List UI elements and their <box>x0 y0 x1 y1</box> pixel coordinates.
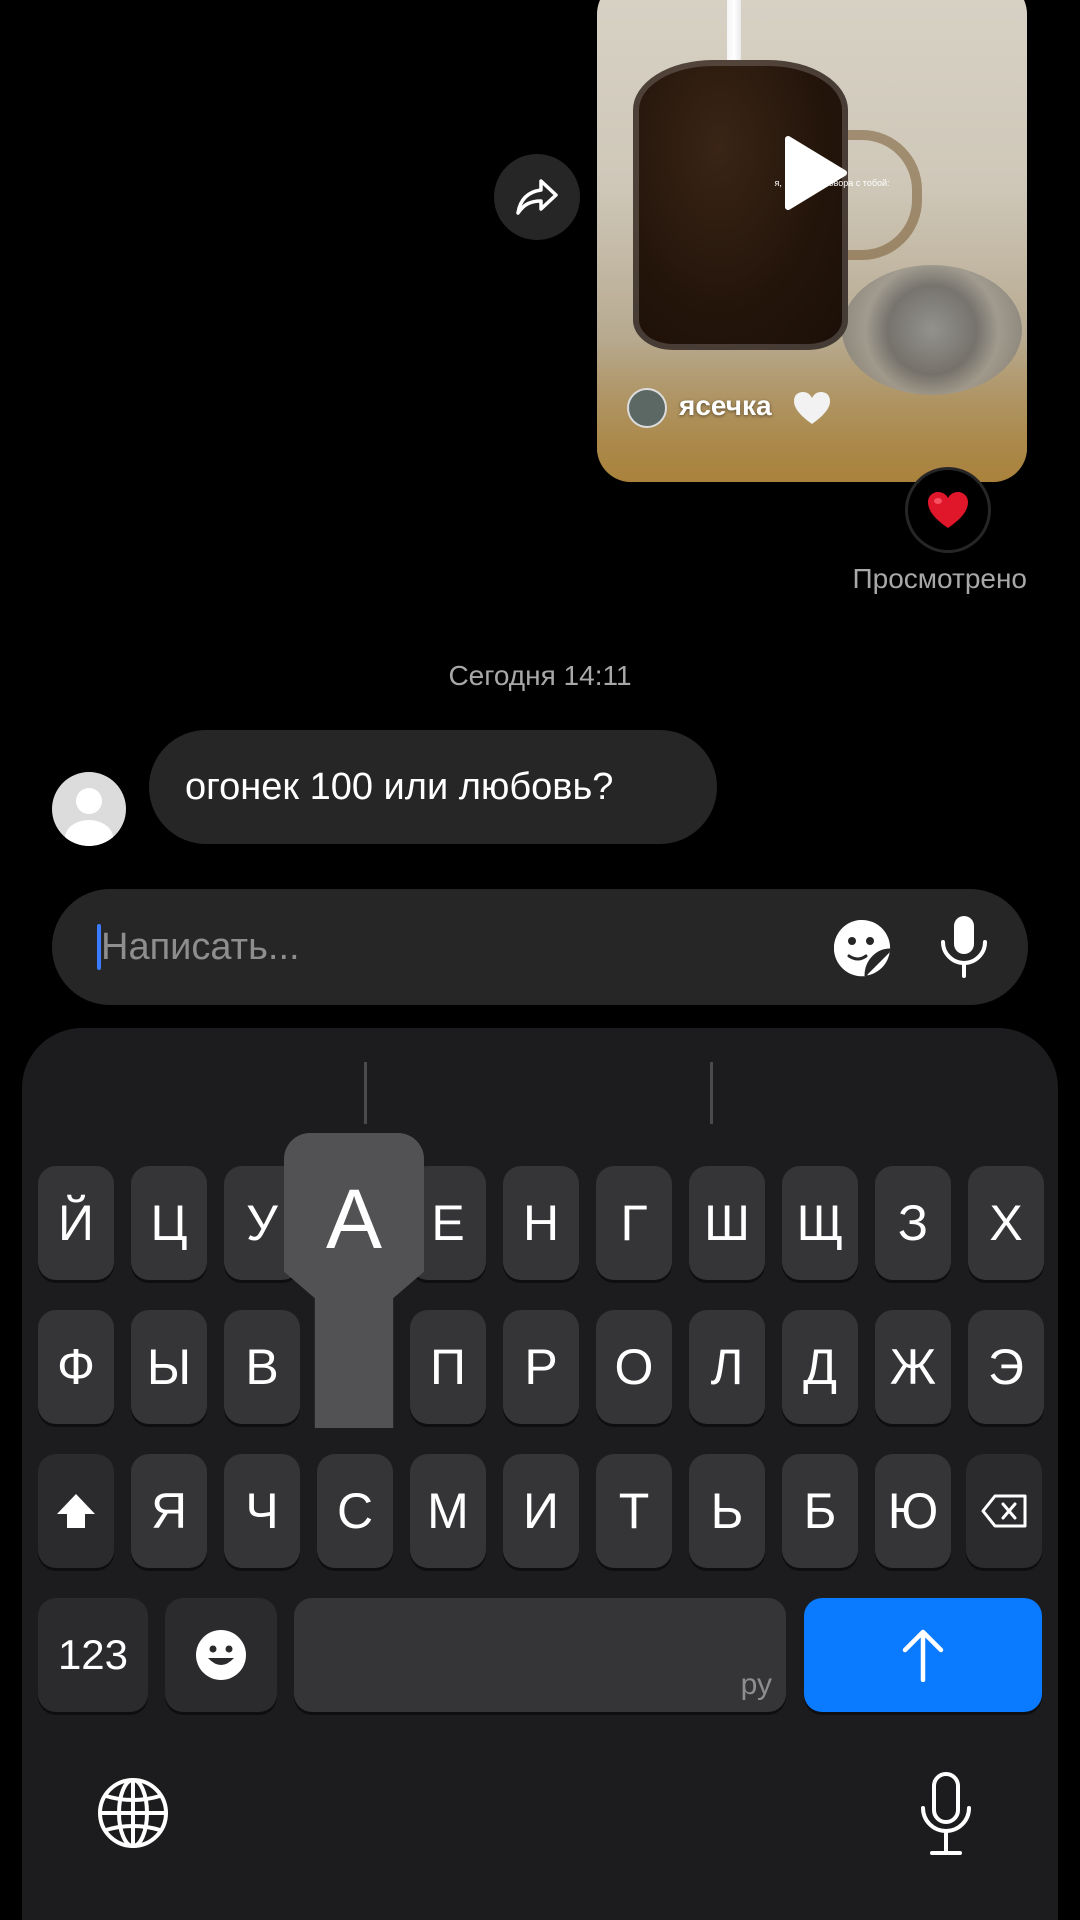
emoji-key[interactable] <box>165 1598 277 1712</box>
microphone-icon[interactable] <box>935 914 993 980</box>
text-cursor <box>97 924 101 970</box>
key-row1-5[interactable]: Н <box>503 1166 579 1280</box>
key-row1-0[interactable]: Й <box>38 1166 114 1280</box>
key-label: Ы <box>146 1339 192 1395</box>
message-reaction[interactable] <box>905 467 991 553</box>
key-row3-4[interactable]: И <box>503 1454 579 1568</box>
key-label: У <box>246 1195 278 1251</box>
key-row2-6[interactable]: О <box>596 1310 672 1424</box>
key-row3-0[interactable]: Я <box>131 1454 207 1568</box>
video-thumbnail-sink <box>842 265 1022 395</box>
backspace-key[interactable] <box>966 1454 1042 1568</box>
video-author-avatar[interactable] <box>627 388 667 428</box>
key-label: Ь <box>710 1483 744 1539</box>
key-row2-5[interactable]: Р <box>503 1310 579 1424</box>
sticker-icon[interactable] <box>832 918 892 978</box>
key-row3-8[interactable]: Ю <box>875 1454 951 1568</box>
key-label: Щ <box>796 1195 844 1251</box>
key-label: Ж <box>889 1339 937 1395</box>
send-arrow-icon <box>902 1629 944 1682</box>
key-row2-0[interactable]: Ф <box>38 1310 114 1424</box>
suggestion-divider <box>710 1062 713 1124</box>
key-row2-4[interactable]: П <box>410 1310 486 1424</box>
key-row2-2[interactable]: В <box>224 1310 300 1424</box>
key-row1-10[interactable]: Х <box>968 1166 1044 1280</box>
space-key[interactable]: ру <box>294 1598 786 1712</box>
emoji-icon <box>196 1630 246 1680</box>
key-label: Н <box>522 1195 560 1251</box>
shift-icon <box>57 1494 95 1528</box>
share-button[interactable] <box>494 154 580 240</box>
seen-status: Просмотрено <box>852 563 1027 594</box>
red-heart-icon <box>928 492 968 528</box>
key-row3-1[interactable]: Ч <box>224 1454 300 1568</box>
key-label: Ю <box>887 1483 939 1539</box>
key-label: Я <box>150 1483 188 1539</box>
key-label: О <box>614 1339 654 1395</box>
key-label: Т <box>618 1483 650 1539</box>
key-label: С <box>336 1483 374 1539</box>
key-row2-10[interactable]: Э <box>968 1310 1044 1424</box>
key-label: Ф <box>56 1339 95 1395</box>
key-row3-2[interactable]: С <box>317 1454 393 1568</box>
key-label: Ш <box>704 1195 750 1251</box>
numbers-key[interactable]: 123 <box>38 1598 148 1712</box>
key-row2-7[interactable]: Л <box>689 1310 765 1424</box>
key-label: Е <box>431 1195 465 1251</box>
key-row3-7[interactable]: Б <box>782 1454 858 1568</box>
dictation-mic-icon[interactable] <box>918 1772 974 1856</box>
sender-avatar[interactable] <box>52 772 126 846</box>
play-icon[interactable] <box>780 135 848 211</box>
key-row2-1[interactable]: Ы <box>131 1310 207 1424</box>
key-label: М <box>427 1483 469 1539</box>
key-row3-6[interactable]: Ь <box>689 1454 765 1568</box>
key-row2-8[interactable]: Д <box>782 1310 858 1424</box>
suggestion-divider <box>364 1062 367 1124</box>
video-author-name[interactable]: ясечка <box>679 390 772 422</box>
space-language-label: ру <box>740 1668 772 1701</box>
key-label: Ц <box>150 1195 188 1251</box>
chat-timestamp: Сегодня 14:11 <box>448 660 632 691</box>
key-label: Л <box>710 1339 744 1395</box>
globe-icon[interactable] <box>96 1776 170 1850</box>
white-heart-icon <box>794 392 830 424</box>
key-row3-3[interactable]: М <box>410 1454 486 1568</box>
key-label: Й <box>58 1195 94 1251</box>
key-label: Х <box>989 1195 1023 1251</box>
numbers-key-label: 123 <box>57 1631 129 1678</box>
message-text: огонек 100 или любовь? <box>185 765 614 808</box>
key-row3-5[interactable]: Т <box>596 1454 672 1568</box>
share-arrow-icon <box>516 179 558 215</box>
backspace-icon <box>981 1494 1027 1528</box>
key-row1-6[interactable]: Г <box>596 1166 672 1280</box>
shift-key[interactable] <box>38 1454 114 1568</box>
message-input[interactable] <box>101 912 801 982</box>
key-label: Г <box>620 1195 648 1251</box>
key-preview-letter: А <box>325 1172 383 1266</box>
key-row2-9[interactable]: Ж <box>875 1310 951 1424</box>
key-row1-9[interactable]: З <box>875 1166 951 1280</box>
default-avatar-icon <box>65 788 113 846</box>
send-key[interactable] <box>804 1598 1042 1712</box>
key-row1-8[interactable]: Щ <box>782 1166 858 1280</box>
key-label: В <box>245 1339 279 1395</box>
key-label: Р <box>524 1339 558 1395</box>
key-label: Д <box>803 1339 837 1395</box>
shared-video-card[interactable]: я, после разговора с тобой: ясечка <box>597 0 1027 482</box>
key-label: П <box>430 1339 466 1395</box>
incoming-message-bubble[interactable]: огонек 100 или любовь? <box>149 730 717 844</box>
key-label: И <box>523 1483 559 1539</box>
key-row1-7[interactable]: Ш <box>689 1166 765 1280</box>
key-label: Ч <box>245 1483 279 1539</box>
key-label: З <box>897 1195 929 1251</box>
key-label: Э <box>988 1339 1024 1395</box>
key-label: Б <box>803 1483 837 1539</box>
key-row1-1[interactable]: Ц <box>131 1166 207 1280</box>
